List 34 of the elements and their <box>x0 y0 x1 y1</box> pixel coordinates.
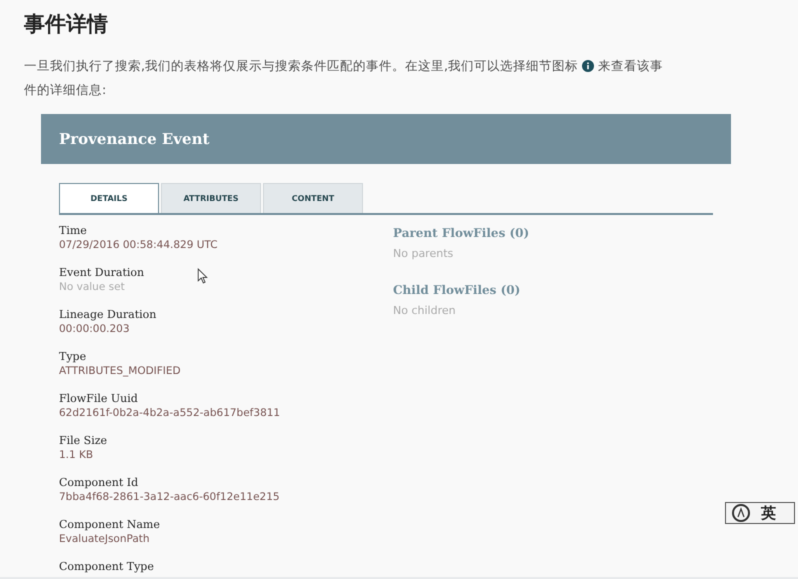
field-value: 62d2161f-0b2a-4b2a-a552-ab617bef3811 <box>59 406 280 421</box>
lineage-empty-text: No parents <box>393 247 454 260</box>
field-label: Event Duration <box>59 265 144 280</box>
tab[interactable]: CONTENT <box>263 183 363 213</box>
ime-indicator[interactable]: 英 <box>725 502 795 524</box>
intro-text: 一旦我们执行了搜索,我们的表格将仅展示与搜索条件匹配的事件。在这里,我们可以选择细节图标 <box>24 57 578 75</box>
lineage-title: Child FlowFiles (0) <box>393 282 522 299</box>
field-value: ATTRIBUTES_MODIFIED <box>59 364 181 379</box>
field-label: Component Name <box>59 517 160 532</box>
section-heading: 事件详情 <box>24 11 109 38</box>
info-icon <box>582 60 594 72</box>
intro-text: 件的详细信息: <box>24 81 106 99</box>
field-label: Component Type <box>59 559 154 574</box>
field-value: No value set <box>59 280 125 295</box>
tab[interactable]: ATTRIBUTES <box>161 183 261 213</box>
ime-logo-icon <box>731 503 751 523</box>
mouse-cursor-icon <box>197 268 208 284</box>
intro-text: 来查看该事 <box>598 57 663 75</box>
field-label: File Size <box>59 433 108 448</box>
field-value: EvaluateJsonPath <box>59 532 150 547</box>
tab[interactable]: DETAILS <box>59 183 159 213</box>
lineage-title: Parent FlowFiles (0) <box>393 225 530 242</box>
lineage-empty-text: No children <box>393 304 457 317</box>
ime-label: 英 <box>761 504 776 522</box>
field-value: 7bba4f68-2861-3a12-aac6-60f12e11e215 <box>59 490 280 505</box>
field-value: 00:00:00.203 <box>59 322 130 337</box>
dialog-title: Provenance Event <box>59 130 210 148</box>
field-value: 07/29/2016 00:58:44.829 UTC <box>59 238 218 253</box>
field-label: Type <box>59 349 86 364</box>
field-label: Time <box>59 223 87 238</box>
field-label: Lineage Duration <box>59 307 156 322</box>
field-label: FlowFile Uuid <box>59 391 138 406</box>
field-value: 1.1 KB <box>59 448 94 463</box>
field-label: Component Id <box>59 475 138 490</box>
